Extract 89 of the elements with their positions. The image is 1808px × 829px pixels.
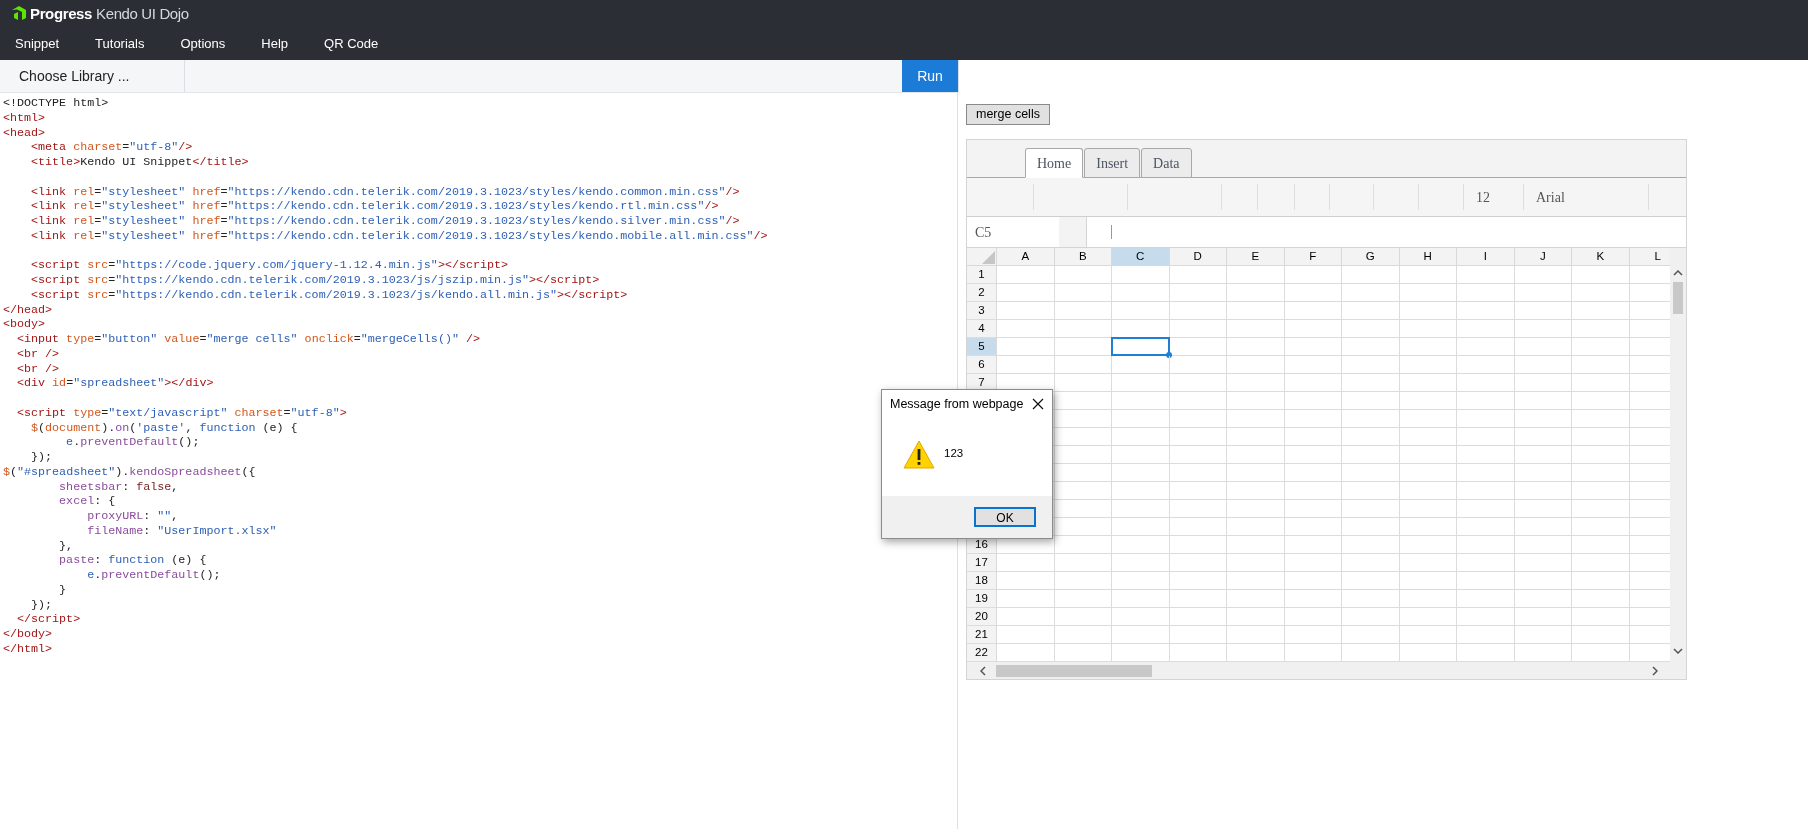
horizontal-scrollbar[interactable]: [967, 662, 1686, 679]
code-line: </script>: [16, 612, 81, 627]
code-line: </head>: [3, 302, 53, 318]
column-header[interactable]: G: [1342, 248, 1400, 265]
logo-icon: [12, 6, 26, 22]
scroll-thumb[interactable]: [1673, 282, 1683, 314]
code-line: $(document).on('paste', function (e) {: [30, 420, 298, 436]
scroll-up-icon[interactable]: [1673, 270, 1683, 276]
name-box[interactable]: C5: [967, 217, 1059, 247]
code-line: proxyURL: "",: [86, 509, 179, 524]
menu-item[interactable]: QR Code: [324, 34, 379, 54]
code-line: $("#spreadsheet").kendoSpreadsheet({: [3, 464, 256, 480]
code-line: <br />: [16, 346, 60, 362]
code-line: });: [30, 450, 53, 465]
ok-button[interactable]: OK: [974, 507, 1036, 527]
name-box-button[interactable]: [1059, 217, 1087, 247]
code-line: excel: {: [58, 494, 116, 509]
row-header[interactable]: 6: [967, 356, 997, 373]
column-header[interactable]: A: [997, 248, 1055, 265]
tab[interactable]: Insert: [1084, 148, 1141, 178]
column-header[interactable]: F: [1284, 248, 1342, 265]
code-line: <br />: [16, 361, 60, 377]
row-header[interactable]: 4: [967, 320, 997, 337]
scroll-thumb[interactable]: [996, 664, 1152, 677]
code-line: e.preventDefault();: [65, 435, 200, 450]
code-line: <div id="spreadsheet"></div>: [16, 376, 214, 391]
code-line: });: [30, 597, 53, 613]
code-line: <title>Kendo UI Snippet</title>: [30, 155, 249, 170]
code-line: }: [58, 582, 67, 598]
tab[interactable]: Data: [1141, 148, 1192, 178]
column-header[interactable]: I: [1457, 248, 1515, 265]
menu-item[interactable]: Tutorials: [95, 34, 145, 54]
code-line: e.preventDefault();: [86, 568, 221, 583]
row-header[interactable]: 2: [967, 284, 997, 301]
code-line: <link rel="stylesheet" href="https://kendo.cdn.telerik.com/2019.3.1023/styles/kendo.common.min.css"/>: [30, 184, 740, 200]
code-line: paste: function (e) {: [58, 553, 207, 568]
code-line: <input type="button" value="merge cells" onclick="mergeCells()" />: [16, 332, 480, 347]
column-header[interactable]: J: [1514, 248, 1572, 265]
scroll-down-icon[interactable]: [1673, 648, 1683, 654]
code-line: <meta charset="utf-8"/>: [30, 140, 193, 155]
code-line: <head>: [3, 125, 46, 141]
code-line: <script src="https://kendo.cdn.telerik.com/2019.3.1023/js/kendo.all.min.js"></script>: [30, 287, 628, 303]
code-line: <script src="https://code.jquery.com/jquery-1.12.4.min.js"></script>: [30, 258, 508, 273]
vertical-scrollbar[interactable]: [1670, 248, 1686, 662]
active-cell[interactable]: [1111, 337, 1170, 356]
font-name-field[interactable]: Arial: [1536, 186, 1565, 208]
tab[interactable]: Home: [1025, 148, 1084, 178]
code-line: <link rel="stylesheet" href="https://kendo.cdn.telerik.com/2019.3.1023/styles/kendo.rtl.min.css"/>: [30, 199, 719, 214]
row-header[interactable]: 18: [967, 572, 997, 589]
font-size-field[interactable]: 12: [1476, 186, 1490, 208]
row-header[interactable]: 19: [967, 590, 997, 607]
code-line: <script src="https://kendo.cdn.telerik.com/2019.3.1023/js/jszip.min.js"></script>: [30, 273, 600, 288]
code-line: </html>: [3, 641, 53, 657]
menu-item[interactable]: Options: [180, 34, 226, 54]
row-header[interactable]: 17: [967, 554, 997, 571]
choose-library-button[interactable]: Choose Library ...: [0, 60, 185, 92]
code-line: },: [58, 538, 74, 554]
code-line: <html>: [3, 110, 46, 126]
code-line: </body>: [3, 627, 53, 642]
column-header[interactable]: D: [1169, 248, 1227, 265]
row-header[interactable]: 20: [967, 608, 997, 625]
scroll-left-icon[interactable]: [980, 665, 986, 676]
row-header[interactable]: 5: [967, 338, 997, 355]
code-line: <script type="text/javascript" charset="utf-8">: [16, 405, 347, 421]
menu-item[interactable]: Snippet: [15, 34, 60, 54]
dialog-title: Message from webpage: [890, 395, 1024, 413]
code-line: <link rel="stylesheet" href="https://kendo.cdn.telerik.com/2019.3.1023/styles/kendo.mobile.all.min.css"/>: [30, 228, 768, 244]
scroll-right-icon[interactable]: [1652, 665, 1658, 676]
column-header[interactable]: C: [1112, 248, 1170, 265]
code-line: <body>: [3, 317, 46, 332]
dialog-message: 123: [944, 446, 964, 462]
menu-item[interactable]: Help: [261, 34, 289, 54]
code-line: <link rel="stylesheet" href="https://kendo.cdn.telerik.com/2019.3.1023/styles/kendo.silver.min.css"/>: [30, 214, 740, 229]
row-header[interactable]: 1: [967, 266, 997, 283]
row-header[interactable]: 22: [967, 644, 997, 661]
code-line: fileName: "UserImport.xlsx": [86, 523, 277, 539]
close-icon[interactable]: [1032, 398, 1044, 410]
code-line: sheetsbar: false,: [58, 479, 179, 495]
code-line: <!DOCTYPE html>: [3, 96, 109, 111]
row-header[interactable]: 21: [967, 626, 997, 643]
column-header[interactable]: K: [1572, 248, 1630, 265]
product-name: Kendo UI Dojo: [96, 3, 189, 24]
column-header[interactable]: H: [1399, 248, 1457, 265]
run-button[interactable]: Run: [902, 60, 958, 92]
brand-name: Progress: [30, 3, 93, 24]
warning-icon: [903, 439, 935, 469]
column-header[interactable]: E: [1227, 248, 1285, 265]
merge-cells-button[interactable]: merge cells: [966, 103, 1050, 125]
row-header[interactable]: 3: [967, 302, 997, 319]
